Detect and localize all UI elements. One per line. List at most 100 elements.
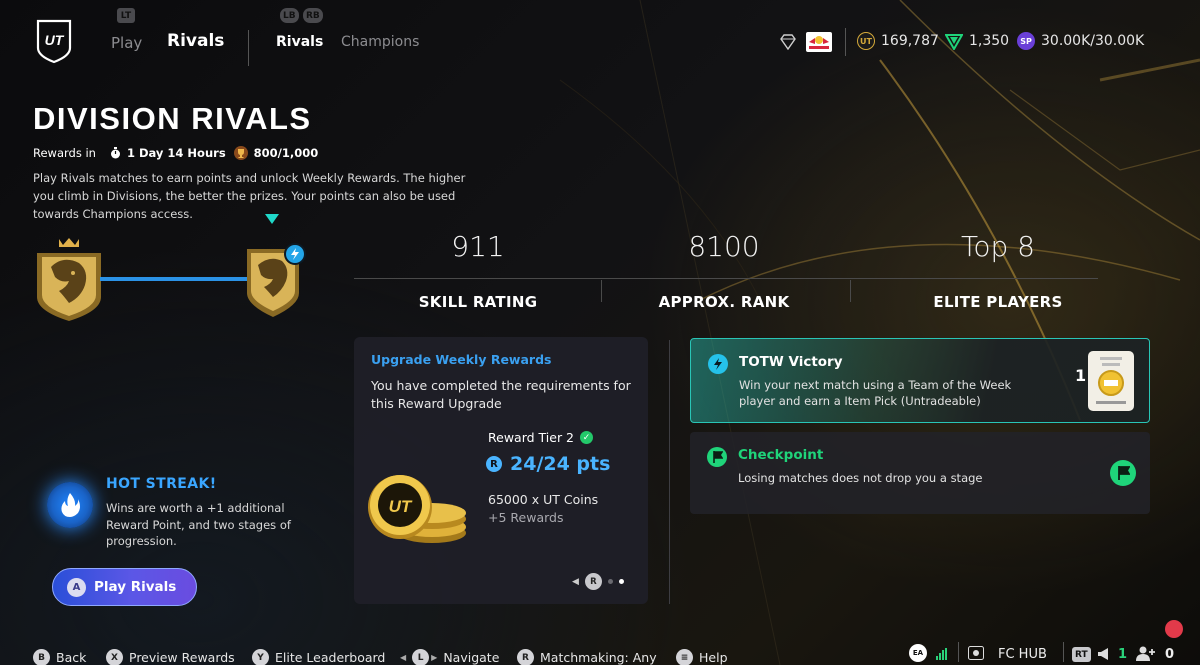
sp-balance: SP 30.00K/30.00K	[1017, 32, 1144, 50]
section-divider	[669, 340, 670, 604]
card-pager[interactable]: ◀ R	[572, 573, 624, 590]
preview-rewards-action[interactable]: X Preview Rewards	[106, 649, 235, 665]
stats-separator	[601, 280, 602, 302]
play-rivals-button[interactable]: A Play Rivals	[52, 568, 197, 606]
lt-button-hint: LT	[117, 8, 135, 23]
currency-divider	[845, 28, 846, 56]
flag-icon	[707, 447, 727, 467]
ut-logo: UT	[36, 19, 72, 64]
record-indicator	[1165, 620, 1183, 638]
fc-hub-icon	[968, 646, 984, 660]
b-button-hint: B	[33, 649, 50, 665]
sp-value: 30.00K/30.00K	[1041, 33, 1145, 49]
coins-balance: UT 169,787	[857, 32, 939, 50]
trophy-icon	[233, 146, 248, 160]
rb-button-hint: RB	[303, 8, 323, 23]
back-action[interactable]: B Back	[33, 649, 86, 665]
rewards-in-label: Rewards in	[33, 146, 96, 160]
preview-rewards-label: Preview Rewards	[129, 650, 235, 665]
play-rivals-label: Play Rivals	[94, 579, 177, 595]
x-button-hint: X	[106, 649, 123, 665]
upgrade-text: You have completed the requirements for …	[371, 378, 631, 411]
skill-rating-label: SKILL RATING	[418, 293, 538, 311]
check-icon: ✓	[580, 431, 594, 444]
rt-button-hint: RT	[1072, 647, 1091, 662]
objective-text: Losing matches does not drop you a stage	[738, 471, 983, 485]
chevron-right-icon: ▶	[431, 653, 438, 662]
current-stage-marker	[265, 214, 279, 224]
r-button-hint[interactable]: R	[584, 573, 602, 590]
points-balance: 1,350	[945, 32, 1009, 50]
chevron-left-icon: ◀	[572, 576, 579, 587]
help-action[interactable]: ≡ Help	[676, 649, 728, 665]
megaphone-icon	[1098, 648, 1108, 660]
lb-button-hint: LB	[280, 8, 299, 23]
users-icon	[1136, 646, 1155, 661]
help-label: Help	[699, 650, 728, 665]
coin-icon: UT	[857, 32, 875, 50]
reward-tier-label: Reward Tier 2	[488, 430, 575, 445]
rewards-time: 1 Day 14 Hours	[126, 146, 226, 160]
rivals-points-icon: R	[486, 456, 502, 472]
objective-checkpoint[interactable]: Checkpoint Losing matches does not drop …	[690, 432, 1150, 514]
rewards-progress: 800/1,000	[253, 146, 319, 160]
objective-title: TOTW Victory	[739, 354, 843, 370]
navigate-action[interactable]: ◀ L ▶ Navigate	[400, 649, 499, 665]
elite-players-label: ELITE PLAYERS	[933, 293, 1063, 311]
navigate-label: Navigate	[443, 650, 500, 665]
division-badge-previous	[37, 238, 101, 321]
a-button-hint: A	[67, 577, 86, 597]
approx-rank-label: APPROX. RANK	[658, 293, 790, 311]
menu-button-hint: ≡	[676, 649, 693, 665]
page-description: Play Rivals matches to earn points and u…	[33, 171, 466, 221]
rewards-timer: Rewards in 1 Day 14 Hours 800/1,000	[33, 146, 318, 160]
signal-icon	[936, 648, 947, 660]
lightning-icon	[284, 243, 306, 265]
footer-divider	[958, 642, 959, 662]
item-pick-card-icon	[1088, 351, 1134, 411]
coins-value: 169,787	[881, 33, 939, 49]
checkpoint-flag-icon	[1110, 460, 1136, 486]
svg-text:UT: UT	[389, 497, 413, 516]
party-count: 0	[1165, 647, 1175, 662]
left-stick-hint: L	[412, 649, 430, 665]
nav-rivals[interactable]: Rivals	[167, 31, 224, 51]
reward-points-value: 24/24 pts	[510, 453, 611, 475]
ut-coins-icon: UT	[368, 475, 466, 543]
objective-reward-count: 1	[1075, 366, 1087, 385]
chevron-left-icon: ◀	[400, 653, 407, 662]
elite-leaderboard-action[interactable]: Y Elite Leaderboard	[252, 649, 385, 665]
reward-more: +5 Rewards	[488, 510, 564, 525]
upgrade-title: Upgrade Weekly Rewards	[371, 352, 552, 367]
reward-points: R 24/24 pts	[486, 453, 610, 475]
pager-dot-active[interactable]	[618, 579, 624, 584]
tab-champions[interactable]: Champions	[341, 34, 419, 50]
fc-hub-label[interactable]: FC HUB	[998, 647, 1047, 662]
upgrade-rewards-card[interactable]: Upgrade Weekly Rewards You have complete…	[354, 337, 648, 604]
footer-divider	[1063, 642, 1064, 662]
objective-title: Checkpoint	[738, 447, 824, 463]
matchmaking-label: Matchmaking: Any	[540, 650, 657, 665]
sp-icon: SP	[1017, 32, 1035, 50]
stats-separator	[850, 280, 851, 302]
tab-rivals[interactable]: Rivals	[276, 34, 323, 50]
objective-text: Win your next match using a Team of the …	[739, 378, 1012, 408]
points-value: 1,350	[969, 33, 1010, 49]
nav-play[interactable]: Play	[111, 34, 142, 52]
elite-players-value: Top 8	[961, 230, 1035, 263]
stopwatch-icon	[110, 147, 121, 159]
pager-dot[interactable]	[607, 579, 613, 584]
matchmaking-action[interactable]: R Matchmaking: Any	[517, 649, 657, 665]
reward-tier: Reward Tier 2 ✓	[488, 430, 594, 445]
reward-coins: 65000 x UT Coins	[488, 492, 599, 507]
nav-divider	[248, 30, 249, 66]
objective-totw-victory[interactable]: TOTW Victory Win your next match using a…	[690, 338, 1150, 423]
diamond-icon	[780, 34, 796, 50]
hot-streak-title: HOT STREAK!	[106, 476, 217, 492]
hot-streak-text: Wins are worth a +1 additional Reward Po…	[106, 501, 291, 548]
stats-divider	[354, 278, 1098, 279]
back-label: Back	[56, 650, 87, 665]
page-title: DIVISION RIVALS	[33, 101, 312, 136]
skill-rating-value: 911	[451, 230, 505, 263]
right-stick-hint: R	[517, 649, 534, 665]
